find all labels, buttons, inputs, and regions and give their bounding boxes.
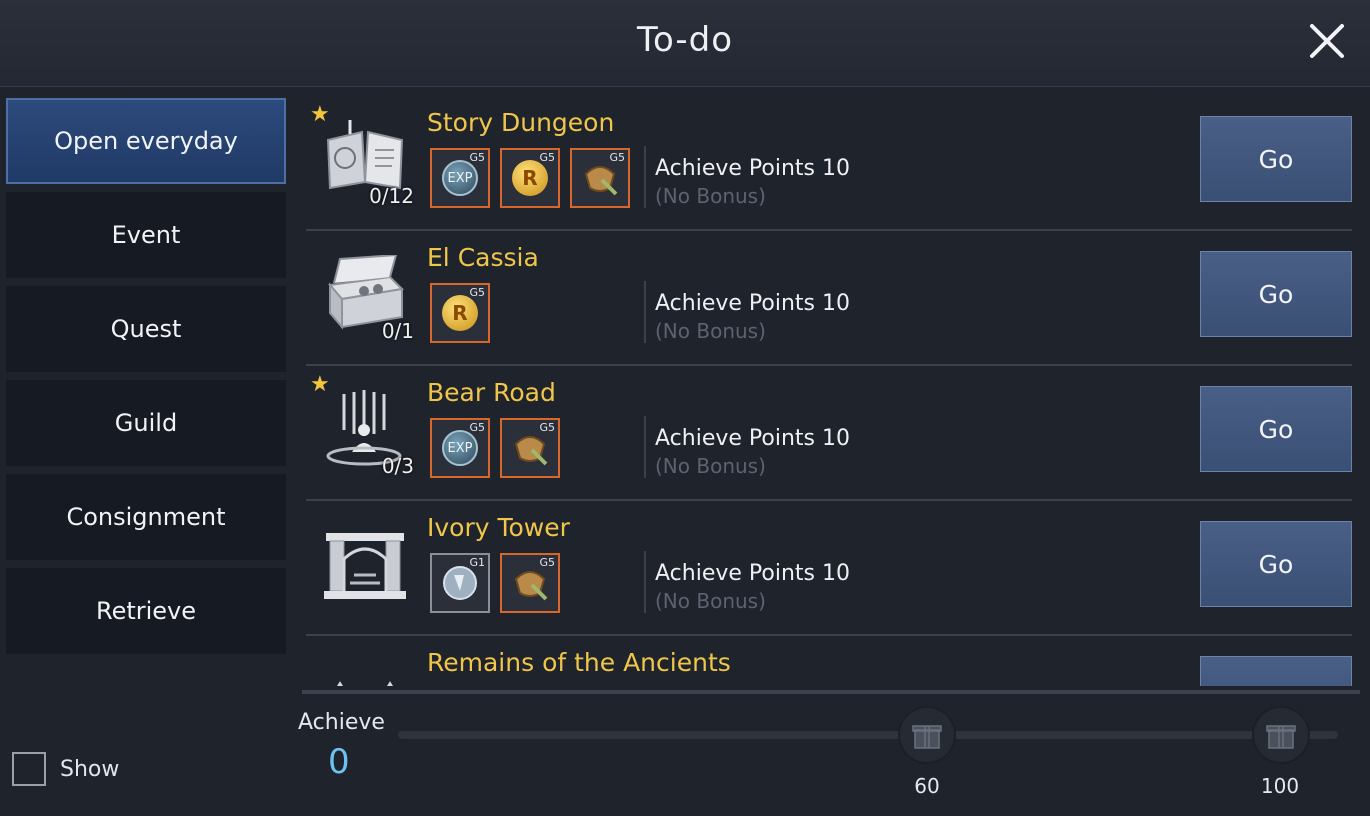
grade-label: G5 — [469, 151, 485, 164]
go-button[interactable]: Go — [1200, 386, 1352, 472]
dungeon-name: Bear Road — [427, 378, 556, 407]
grade-label: G5 — [469, 421, 485, 434]
ruins-icon — [320, 660, 410, 686]
category-sidebar: Open everyday Event Quest Guild Consignm… — [6, 98, 286, 662]
sidebar-item-event[interactable]: Event — [6, 192, 286, 278]
progress-count: 0/3 — [381, 454, 414, 478]
row-divider — [644, 416, 646, 478]
dungeon-name: El Cassia — [427, 243, 539, 272]
todo-list[interactable]: ★ 0/12 Story Dungeon G5 EXP G5 R G5 Achi… — [306, 98, 1352, 686]
list-item: 0/1 El Cassia G5 R Achieve Points 10 (No… — [306, 233, 1352, 366]
sidebar-item-open-everyday[interactable]: Open everyday — [6, 98, 286, 184]
dungeon-name: Story Dungeon — [427, 108, 615, 137]
achieve-value: 0 — [328, 742, 350, 782]
sidebar-item-label: Retrieve — [95, 597, 197, 625]
treasure-chest-icon: 0/1 — [320, 253, 414, 343]
progress-count: 0/12 — [369, 184, 414, 208]
achieve-points: Achieve Points 10 — [655, 156, 850, 181]
sidebar-item-label: Consignment — [66, 503, 226, 531]
grade-label: G5 — [539, 151, 555, 164]
go-button[interactable]: Go — [1200, 116, 1352, 202]
grade-label: G5 — [469, 286, 485, 299]
sidebar-item-label: Open everyday — [54, 127, 238, 155]
reward-slot[interactable]: G5 R — [430, 283, 490, 343]
dungeon-name: Ivory Tower — [427, 513, 570, 542]
reward-chest-icon[interactable] — [898, 706, 956, 764]
grade-label: G5 — [609, 151, 625, 164]
exp-icon: EXP — [442, 160, 478, 196]
show-checkbox[interactable] — [12, 752, 46, 786]
reward-slot[interactable]: G1 — [430, 553, 490, 613]
sidebar-item-label: Quest — [110, 315, 182, 343]
list-item: Ivory Tower G1 G5 Achieve Points 10 (No … — [306, 503, 1352, 636]
coin-icon: R — [512, 160, 548, 196]
go-button[interactable] — [1200, 656, 1352, 686]
achieve-progress-bar — [398, 731, 1338, 739]
reward-slot[interactable]: G5 EXP — [430, 148, 490, 208]
row-divider — [644, 281, 646, 343]
tower-gate-icon — [320, 525, 410, 605]
grade-label: G1 — [469, 556, 485, 569]
reward-slot[interactable]: G5 — [500, 553, 560, 613]
achieve-points: Achieve Points 10 — [655, 426, 850, 451]
achieve-label: Achieve — [298, 710, 385, 735]
achieve-points: Achieve Points 10 — [655, 561, 850, 586]
book-icon: 0/12 — [320, 120, 414, 208]
coin-icon: R — [442, 295, 478, 331]
sidebar-item-label: Event — [111, 221, 181, 249]
close-icon[interactable] — [1304, 18, 1350, 64]
list-item: ★ 0/12 Story Dungeon G5 EXP G5 R G5 Achi… — [306, 98, 1352, 231]
list-item: Remains of the Ancients — [306, 638, 1352, 686]
reward-slot[interactable]: G5 — [570, 148, 630, 208]
page-title: To-do — [636, 20, 734, 60]
list-item: ★ 0/3 Bear Road G5 EXP G5 Achieve Points… — [306, 368, 1352, 501]
reward-list: G5 EXP G5 — [430, 418, 570, 478]
bonus-text: (No Bonus) — [655, 589, 766, 613]
meditation-icon: 0/3 — [320, 390, 414, 478]
sidebar-item-label: Guild — [114, 409, 178, 437]
armor-icon — [514, 571, 548, 601]
armor-icon — [514, 436, 548, 466]
header-bar: To-do — [0, 0, 1370, 87]
exp-icon: EXP — [442, 430, 478, 466]
reward-list: G5 EXP G5 R G5 — [430, 148, 640, 208]
dungeon-name: Remains of the Ancients — [427, 648, 731, 677]
reward-slot[interactable]: G5 R — [500, 148, 560, 208]
sidebar-item-consignment[interactable]: Consignment — [6, 474, 286, 560]
armor-icon — [584, 166, 618, 196]
reward-list: G5 R — [430, 283, 500, 343]
achieve-points: Achieve Points 10 — [655, 291, 850, 316]
bonus-text: (No Bonus) — [655, 319, 766, 343]
milestone-label: 60 — [914, 774, 940, 798]
reward-list: G1 G5 — [430, 553, 570, 613]
reward-chest-icon[interactable] — [1252, 706, 1310, 764]
go-button[interactable]: Go — [1200, 521, 1352, 607]
reward-slot[interactable]: G5 EXP — [430, 418, 490, 478]
bonus-text: (No Bonus) — [655, 454, 766, 478]
reward-slot[interactable]: G5 — [500, 418, 560, 478]
sidebar-item-quest[interactable]: Quest — [6, 286, 286, 372]
go-button[interactable]: Go — [1200, 251, 1352, 337]
row-divider — [644, 146, 646, 208]
stone-icon — [443, 566, 477, 600]
show-toggle[interactable]: Show — [12, 752, 119, 786]
list-divider — [302, 690, 1360, 694]
grade-label: G5 — [539, 421, 555, 434]
progress-count: 0/1 — [381, 319, 414, 343]
sidebar-item-retrieve[interactable]: Retrieve — [6, 568, 286, 654]
grade-label: G5 — [539, 556, 555, 569]
sidebar-item-guild[interactable]: Guild — [6, 380, 286, 466]
show-label: Show — [60, 756, 120, 782]
row-divider — [644, 551, 646, 613]
milestone-label: 100 — [1260, 774, 1300, 798]
bonus-text: (No Bonus) — [655, 184, 766, 208]
